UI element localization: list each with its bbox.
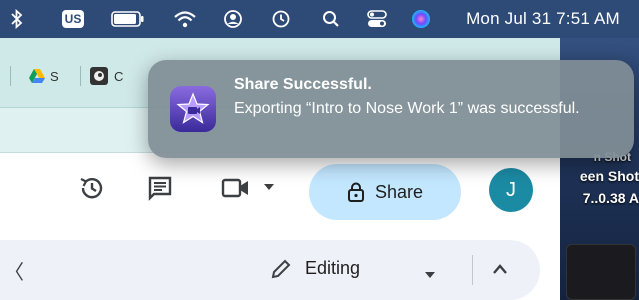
battery-icon[interactable] <box>108 0 148 38</box>
notification-title: Share Successful. <box>234 76 372 93</box>
share-button[interactable]: Share <box>309 164 461 220</box>
time-machine-icon[interactable] <box>268 0 294 38</box>
menu-bar: US Mon Jul 31 7:51 AM <box>0 0 639 38</box>
siri-icon[interactable] <box>408 0 434 38</box>
bookmark-divider <box>80 66 81 86</box>
bookmark-label: C <box>114 68 124 84</box>
desktop-file-label[interactable]: een Shot <box>580 168 639 184</box>
notification-banner[interactable]: Share Successful. Exporting “Intro to No… <box>148 60 634 158</box>
avatar[interactable]: J <box>489 168 533 212</box>
input-source-label: US <box>62 10 84 28</box>
imovie-icon <box>170 86 216 132</box>
bluetooth-icon[interactable] <box>6 0 28 38</box>
desktop-file-date[interactable]: 7..0.38 A <box>583 190 639 206</box>
history-icon[interactable] <box>74 170 110 206</box>
avatar-initial: J <box>506 178 516 201</box>
wifi-icon[interactable] <box>170 0 200 38</box>
desktop-file-thumbnail[interactable] <box>566 244 636 300</box>
control-center-icon[interactable] <box>364 0 390 38</box>
lock-icon <box>347 182 365 202</box>
editing-mode-dropdown-icon[interactable] <box>424 266 436 284</box>
user-icon[interactable] <box>220 0 246 38</box>
notification-body: Exporting “Intro to Nose Work 1” was suc… <box>234 100 580 117</box>
toolbar-left-glyph[interactable]: 〈 <box>4 256 24 285</box>
toolbar-divider <box>472 255 473 285</box>
bookmark-item-drive[interactable]: S <box>28 66 59 86</box>
bookmark-divider <box>10 66 11 86</box>
bookmark-item-favicon[interactable]: C <box>90 66 123 86</box>
comments-icon[interactable] <box>142 170 178 206</box>
chevron-down-icon[interactable] <box>260 178 278 196</box>
search-icon[interactable] <box>318 0 344 38</box>
menubar-clock[interactable]: Mon Jul 31 7:51 AM <box>450 0 636 38</box>
bookmark-label: S <box>50 68 59 84</box>
collapse-chevron-up-icon[interactable] <box>492 262 508 280</box>
meet-icon[interactable] <box>218 172 254 204</box>
input-source-menu[interactable]: US <box>60 0 86 38</box>
bookmark-favicon-icon <box>90 67 108 85</box>
google-drive-icon <box>28 67 46 85</box>
editing-mode-label[interactable]: Editing <box>305 258 360 279</box>
pencil-icon <box>270 258 292 285</box>
share-button-label: Share <box>374 181 424 202</box>
